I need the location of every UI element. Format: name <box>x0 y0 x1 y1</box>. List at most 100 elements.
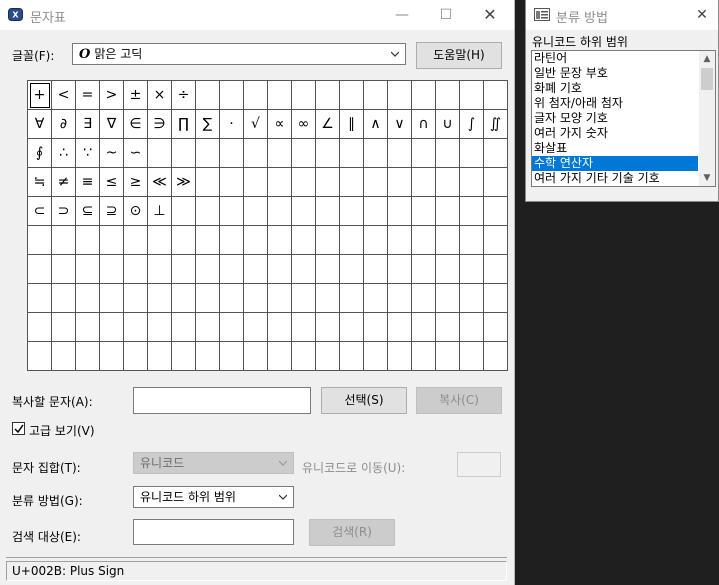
char-cell[interactable]: ⊃ <box>52 197 76 226</box>
char-cell[interactable] <box>316 255 340 284</box>
group-by-combobox[interactable]: 유니코드 하위 범위 <box>133 486 294 508</box>
char-cell[interactable] <box>220 284 244 313</box>
char-cell[interactable] <box>412 168 436 197</box>
char-cell[interactable] <box>148 139 172 168</box>
char-cell[interactable]: ∝ <box>268 110 292 139</box>
char-cell[interactable] <box>340 168 364 197</box>
char-cell[interactable]: × <box>148 81 172 110</box>
char-cell[interactable] <box>412 226 436 255</box>
char-cell[interactable] <box>292 197 316 226</box>
charset-combobox[interactable]: 유니코드 <box>133 452 294 474</box>
char-cell[interactable]: ∽ <box>124 139 148 168</box>
char-cell[interactable] <box>244 313 268 342</box>
char-cell[interactable] <box>268 139 292 168</box>
char-cell[interactable]: ∪ <box>436 110 460 139</box>
char-cell[interactable]: ∫ <box>460 110 484 139</box>
char-cell[interactable] <box>196 284 220 313</box>
char-cell[interactable] <box>388 139 412 168</box>
char-cell[interactable] <box>316 342 340 371</box>
char-cell[interactable]: ∋ <box>148 110 172 139</box>
char-cell[interactable]: ∂ <box>52 110 76 139</box>
character-grid[interactable]: + < = > ± × ÷ ∀ ∂ ∃ ∇ ∈ ∋ ∏ ∑ · √ ∝ ∞ ∠ ∥ ∧ ∨ ∩ ∪ ∫ ∬ ∮ ∴ ∵ ~ ∽ ≒ ≠ ≡ ≤ ≥ ≪ ≫ ⊂… <box>27 80 508 371</box>
char-cell[interactable]: ∴ <box>52 139 76 168</box>
char-cell[interactable] <box>436 313 460 342</box>
subrange-listbox[interactable]: 라틴어 일반 문장 부호 화폐 기호 위 첨자/아래 첨자 글자 모양 기호 여러 가지 … <box>531 50 716 187</box>
char-cell[interactable] <box>292 255 316 284</box>
char-cell[interactable] <box>196 342 220 371</box>
char-cell[interactable] <box>124 226 148 255</box>
char-cell[interactable]: ∮ <box>28 139 52 168</box>
char-cell[interactable] <box>364 81 388 110</box>
char-cell[interactable] <box>484 139 508 168</box>
char-cell[interactable] <box>172 342 196 371</box>
scroll-up-icon[interactable]: ▲ <box>699 51 715 67</box>
char-cell[interactable] <box>364 139 388 168</box>
char-cell[interactable] <box>340 81 364 110</box>
char-cell[interactable] <box>268 81 292 110</box>
list-item[interactable]: 글자 모양 기호 <box>532 111 698 126</box>
char-cell[interactable]: + <box>28 81 52 110</box>
char-cell[interactable] <box>364 168 388 197</box>
char-cell[interactable] <box>460 226 484 255</box>
char-cell[interactable] <box>364 342 388 371</box>
char-cell[interactable]: ∀ <box>28 110 52 139</box>
char-cell[interactable] <box>388 342 412 371</box>
char-cell[interactable] <box>388 284 412 313</box>
char-cell[interactable]: ⊙ <box>124 197 148 226</box>
list-item[interactable]: 위 첨자/아래 첨자 <box>532 96 698 111</box>
char-cell[interactable] <box>436 139 460 168</box>
char-cell[interactable] <box>244 139 268 168</box>
char-cell[interactable] <box>220 226 244 255</box>
char-cell[interactable] <box>100 226 124 255</box>
char-cell[interactable]: ∞ <box>292 110 316 139</box>
char-cell[interactable] <box>340 284 364 313</box>
char-cell[interactable]: ∠ <box>316 110 340 139</box>
advanced-view-label[interactable]: 고급 보기(V) <box>29 422 95 439</box>
char-cell[interactable] <box>364 255 388 284</box>
copy-button[interactable]: 복사(C) <box>416 387 502 414</box>
char-cell[interactable]: ÷ <box>172 81 196 110</box>
char-cell[interactable] <box>388 313 412 342</box>
char-cell[interactable] <box>412 313 436 342</box>
char-cell[interactable] <box>220 342 244 371</box>
char-cell[interactable] <box>100 284 124 313</box>
char-cell[interactable] <box>268 255 292 284</box>
char-cell[interactable] <box>412 342 436 371</box>
list-item[interactable]: 화폐 기호 <box>532 81 698 96</box>
char-cell[interactable]: = <box>76 81 100 110</box>
search-input[interactable] <box>133 519 294 545</box>
char-cell[interactable] <box>364 284 388 313</box>
char-cell[interactable] <box>196 139 220 168</box>
copy-chars-input[interactable] <box>133 387 311 414</box>
char-cell[interactable] <box>52 226 76 255</box>
char-cell[interactable] <box>388 226 412 255</box>
char-cell[interactable] <box>268 342 292 371</box>
char-cell[interactable] <box>460 313 484 342</box>
char-cell[interactable] <box>484 255 508 284</box>
char-cell[interactable] <box>52 284 76 313</box>
char-cell[interactable] <box>364 226 388 255</box>
char-cell[interactable] <box>220 168 244 197</box>
char-cell[interactable] <box>340 197 364 226</box>
char-cell[interactable] <box>460 197 484 226</box>
char-cell[interactable] <box>76 284 100 313</box>
char-cell[interactable] <box>172 284 196 313</box>
char-cell[interactable] <box>484 197 508 226</box>
char-cell[interactable] <box>316 168 340 197</box>
char-cell[interactable]: ⊇ <box>100 197 124 226</box>
char-cell[interactable] <box>52 313 76 342</box>
char-cell[interactable] <box>364 197 388 226</box>
char-cell[interactable] <box>316 139 340 168</box>
char-cell[interactable] <box>484 226 508 255</box>
char-cell[interactable] <box>292 313 316 342</box>
char-cell[interactable] <box>316 284 340 313</box>
char-cell[interactable]: ∧ <box>364 110 388 139</box>
char-cell[interactable]: √ <box>244 110 268 139</box>
char-cell[interactable]: ± <box>124 81 148 110</box>
char-cell[interactable] <box>436 284 460 313</box>
char-cell[interactable] <box>484 81 508 110</box>
char-cell[interactable]: ⊂ <box>28 197 52 226</box>
side-title-bar[interactable]: 분류 방법 ✕ <box>526 0 718 30</box>
char-cell[interactable] <box>340 226 364 255</box>
char-cell[interactable] <box>220 139 244 168</box>
